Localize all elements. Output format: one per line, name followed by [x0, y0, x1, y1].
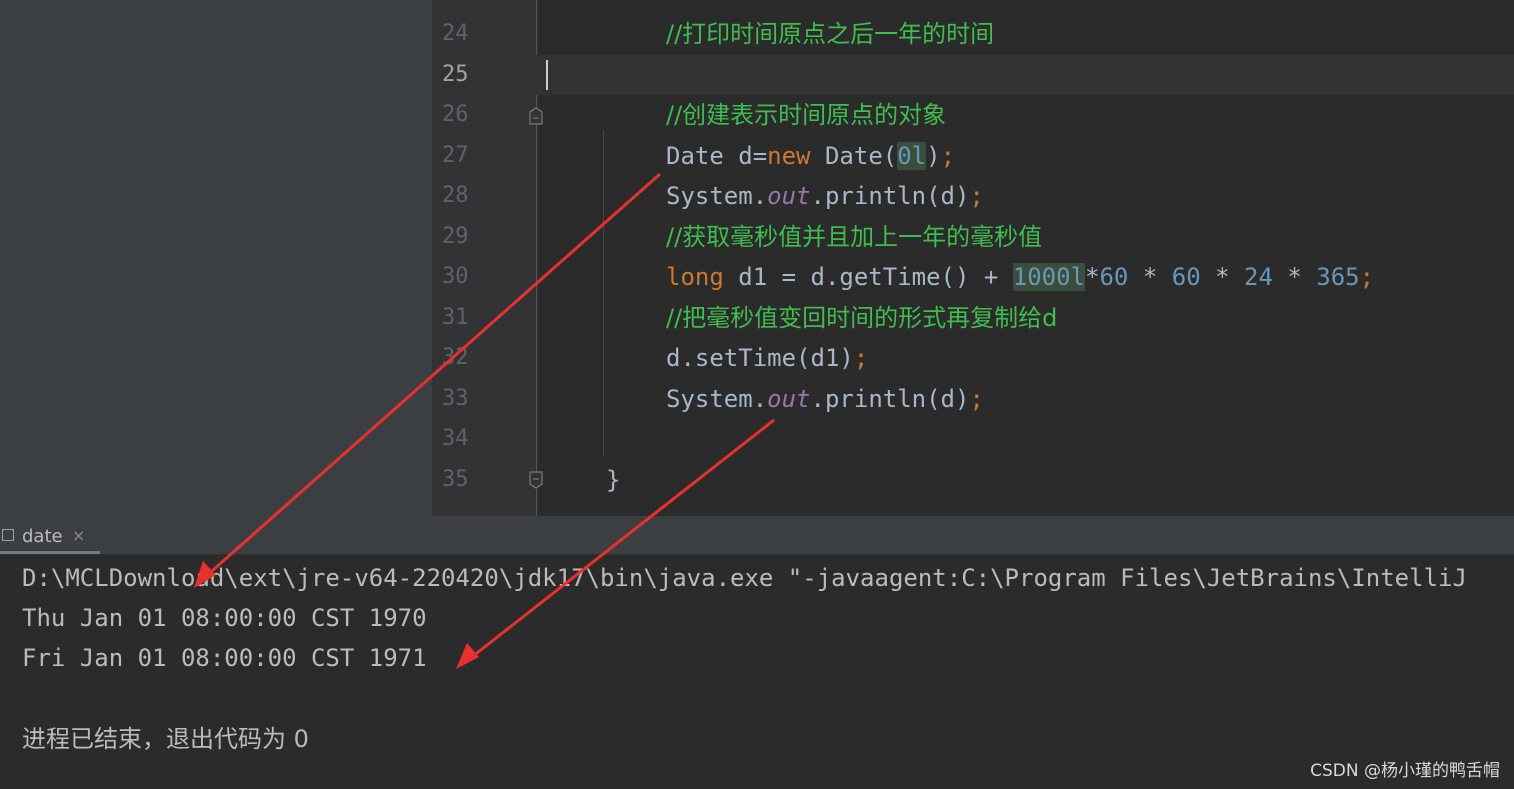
code-line-33[interactable]: 33 System.out.println(d);	[432, 379, 1514, 419]
field-token: out	[767, 385, 811, 413]
code-token: System.	[666, 182, 768, 210]
code-text: long d1 = d.getTime() + 1000l*60 * 60 * …	[666, 263, 1375, 291]
console-line-output: Fri Jan 01 08:00:00 CST 1971	[22, 644, 427, 672]
code-text: //获取毫秒值并且加上一年的毫秒值	[666, 225, 1042, 249]
code-text: //把毫秒值变回时间的形式再复制给d	[666, 306, 1057, 330]
console-line-output: Thu Jan 01 08:00:00 CST 1970	[22, 604, 427, 632]
code-token: )	[926, 142, 941, 170]
semicolon-token: ;	[1359, 263, 1375, 291]
semicolon-token: ;	[969, 182, 984, 210]
code-line-28[interactable]: 28 System.out.println(d);	[432, 176, 1514, 216]
project-panel	[0, 0, 432, 516]
semicolon-token: ;	[940, 142, 956, 170]
line-number: 29	[442, 224, 469, 249]
code-line-24[interactable]: 24 //打印时间原点之后一年的时间	[432, 14, 1514, 54]
line-number: 28	[442, 183, 469, 208]
code-text: //创建表示时间原点的对象	[666, 103, 946, 127]
console-line-command: D:\MCLDownload\ext\jre-v64-220420\jdk17\…	[22, 564, 1467, 592]
code-token: *	[1128, 263, 1172, 291]
code-token: *	[1272, 263, 1317, 291]
code-line-32[interactable]: 32 d.setTime(d1);	[432, 338, 1514, 378]
closing-brace: }	[606, 466, 621, 494]
comment: //获取毫秒值并且加上一年的毫秒值	[666, 223, 1043, 251]
code-token: .println(d)	[810, 385, 970, 413]
line-number: 30	[442, 264, 469, 289]
run-config-icon	[2, 529, 14, 541]
run-console-output[interactable]: D:\MCLDownload\ext\jre-v64-220420\jdk17\…	[0, 555, 1514, 789]
number-literal: 60	[1099, 263, 1129, 291]
code-line-34[interactable]: 34	[432, 419, 1514, 459]
tab-label: date	[22, 526, 63, 547]
code-line-26[interactable]: 26 //创建表示时间原点的对象	[432, 95, 1514, 135]
code-token: d.setTime(d1)	[666, 344, 854, 372]
code-token: *	[1200, 263, 1245, 291]
code-token: Date(	[810, 142, 898, 170]
code-token: Date d=	[666, 142, 768, 170]
code-token: .println(d)	[810, 182, 970, 210]
code-text: Date d=new Date(0l);	[666, 142, 956, 170]
keyword-token: new	[767, 142, 811, 170]
line-number: 25	[442, 62, 469, 87]
fold-collapse-icon[interactable]	[528, 107, 544, 125]
line-number: 27	[442, 143, 469, 168]
watermark: CSDN @杨小瑾的鸭舌帽	[1310, 761, 1500, 781]
code-text: //打印时间原点之后一年的时间	[666, 22, 994, 46]
text-caret	[546, 60, 548, 90]
comment: //把毫秒值变回时间的形式再复制给d	[666, 304, 1058, 332]
number-literal-highlighted: 1000l	[1012, 263, 1086, 291]
code-text: d.setTime(d1);	[666, 346, 868, 370]
code-text: System.out.println(d);	[666, 387, 984, 411]
code-token: System.	[666, 385, 768, 413]
number-literal: 24	[1244, 263, 1273, 291]
close-icon[interactable]: ×	[72, 526, 85, 545]
number-literal-highlighted: 0l	[897, 142, 927, 170]
comment: //创建表示时间原点的对象	[666, 101, 947, 129]
line-number: 24	[442, 21, 469, 46]
line-number: 35	[442, 467, 469, 492]
comment: //打印时间原点之后一年的时间	[666, 20, 995, 48]
code-line-25[interactable]: 25	[432, 55, 1514, 95]
code-token: d1 = d.getTime() +	[723, 263, 1013, 291]
field-token: out	[767, 182, 811, 210]
line-number: 32	[442, 345, 469, 370]
console-line-exit: 进程已结束，退出代码为 0	[22, 725, 309, 753]
keyword-token: long	[666, 263, 724, 291]
code-token: *	[1085, 263, 1100, 291]
fold-end-icon[interactable]	[528, 471, 544, 489]
code-text: System.out.println(d);	[666, 184, 984, 208]
code-line-27[interactable]: 27 Date d=new Date(0l);	[432, 136, 1514, 176]
number-literal: 60	[1171, 263, 1201, 291]
code-line-30[interactable]: 30 long d1 = d.getTime() + 1000l*60 * 60…	[432, 257, 1514, 297]
line-number: 26	[442, 102, 469, 127]
code-editor[interactable]: 24 //打印时间原点之后一年的时间 25 26 //创建表示时间原点的对象 2…	[432, 0, 1514, 516]
line-number: 33	[442, 386, 469, 411]
code-line-35[interactable]: 35 }	[432, 460, 1514, 500]
semicolon-token: ;	[853, 344, 869, 372]
line-number: 34	[442, 426, 469, 451]
semicolon-token: ;	[969, 385, 984, 413]
line-number: 31	[442, 305, 469, 330]
number-literal: 365	[1316, 263, 1360, 291]
run-tool-window-header: date ×	[0, 516, 1514, 555]
code-line-31[interactable]: 31 //把毫秒值变回时间的形式再复制给d	[432, 298, 1514, 338]
code-line-29[interactable]: 29 //获取毫秒值并且加上一年的毫秒值	[432, 217, 1514, 257]
code-text: }	[606, 468, 620, 492]
run-tab-date[interactable]: date ×	[0, 516, 100, 554]
